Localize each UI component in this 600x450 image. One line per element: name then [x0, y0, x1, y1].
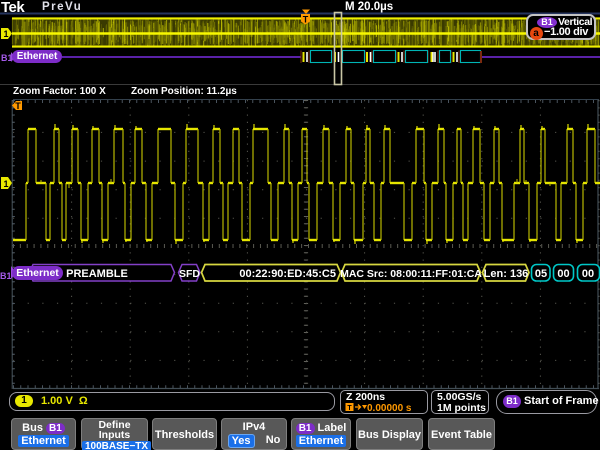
svg-text:05: 05: [535, 268, 547, 280]
svg-text:SFD: SFD: [179, 268, 200, 280]
svg-text:00:22:90:ED:45:C5: 00:22:90:ED:45:C5: [239, 268, 336, 280]
svg-text:00: 00: [582, 268, 594, 280]
svg-text:1: 1: [3, 29, 8, 39]
svg-text:T: T: [303, 15, 309, 25]
svg-text:1: 1: [3, 179, 8, 189]
svg-text:T: T: [347, 405, 352, 412]
svg-text:T: T: [15, 101, 21, 111]
svg-text:B1: B1: [1, 53, 13, 63]
svg-text:Len: 136: Len: 136: [484, 268, 529, 280]
svg-text:PREAMBLE: PREAMBLE: [66, 268, 128, 280]
svg-text:B1: B1: [0, 271, 12, 281]
svg-text:00: 00: [557, 268, 569, 280]
svg-text:MAC Src: 08:00:11:FF:01:CA: MAC Src: 08:00:11:FF:01:CA: [340, 268, 482, 280]
